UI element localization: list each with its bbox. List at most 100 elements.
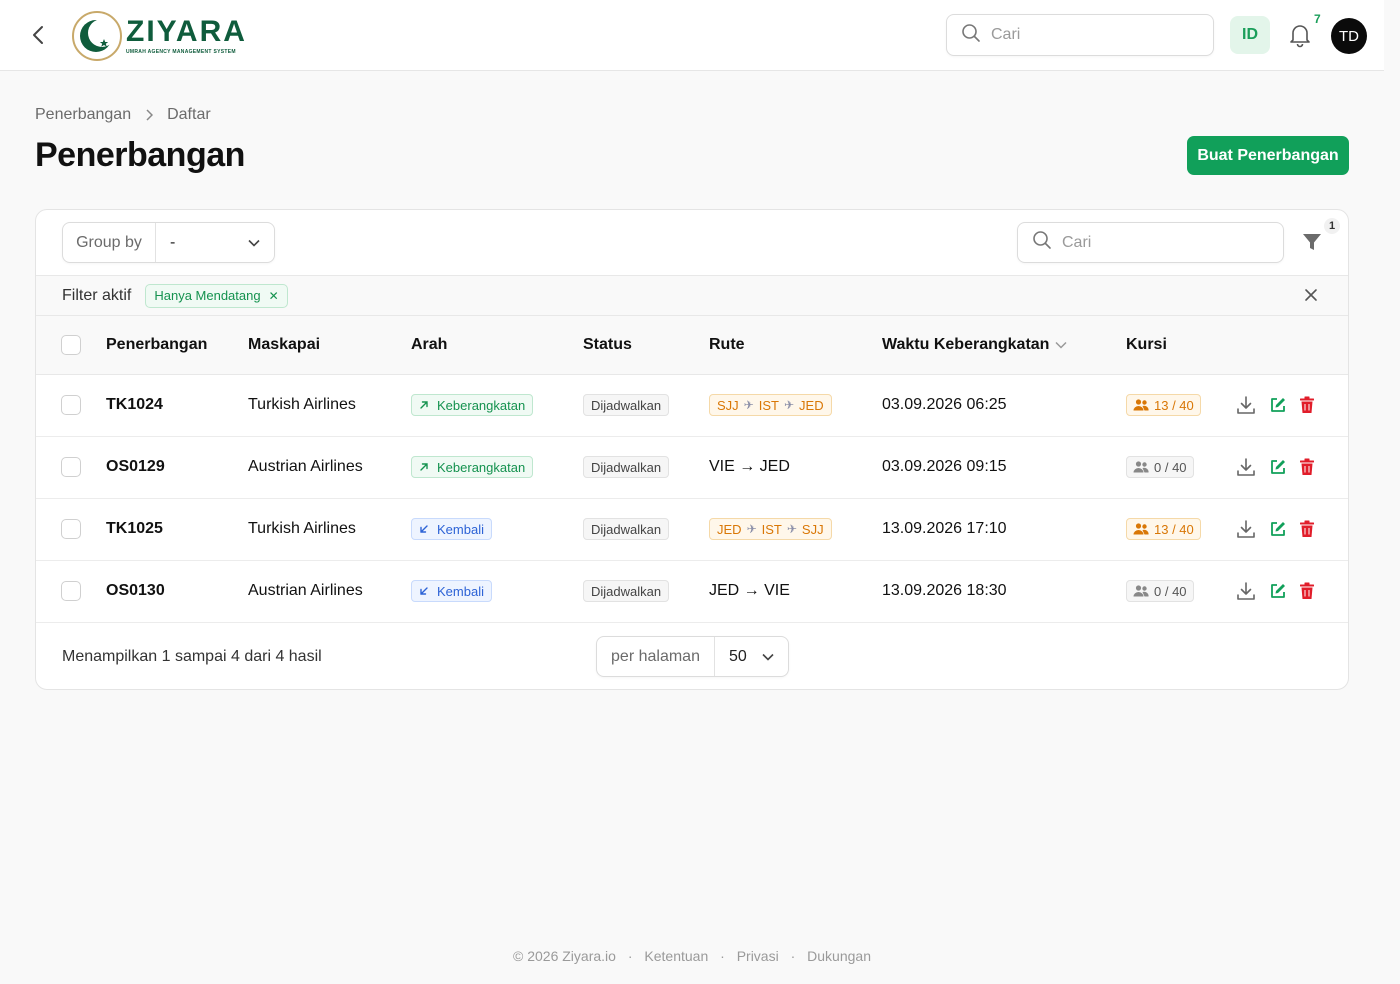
support-link[interactable]: Dukungan <box>807 948 871 964</box>
back-arrow-icon[interactable] <box>26 22 50 48</box>
per-page-control[interactable]: per halaman 50 <box>596 636 789 677</box>
column-header-departure[interactable]: Waktu Keberangkatan <box>882 316 1126 374</box>
terms-link[interactable]: Ketentuan <box>644 948 708 964</box>
column-header-status[interactable]: Status <box>583 316 709 374</box>
route-stop: SJJ <box>801 521 824 537</box>
row-checkbox[interactable] <box>61 519 81 539</box>
download-icon[interactable] <box>1235 518 1257 540</box>
user-avatar[interactable]: TD <box>1331 18 1367 54</box>
seats-count: 13 / 40 <box>1154 397 1194 413</box>
search-icon <box>1032 230 1052 255</box>
flights-table: Penerbangan Maskapai Arah Status Rute Wa… <box>36 316 1348 623</box>
delete-icon[interactable] <box>1299 582 1315 600</box>
download-icon[interactable] <box>1235 394 1257 416</box>
flight-code[interactable]: OS0129 <box>106 436 248 498</box>
delete-icon[interactable] <box>1299 520 1315 538</box>
row-checkbox[interactable] <box>61 581 81 601</box>
column-header-direction[interactable]: Arah <box>411 316 583 374</box>
page-title: Penerbangan <box>35 136 245 174</box>
filter-chip: Hanya Mendatang ✕ <box>145 283 288 308</box>
notification-count-badge: 7 <box>1314 12 1321 26</box>
footer-separator: · <box>720 948 725 964</box>
per-page-select[interactable]: 50 <box>715 637 788 676</box>
per-page-label: per halaman <box>597 637 715 676</box>
app-logo[interactable]: ZIYARA UMRAH AGENCY MANAGEMENT SYSTEM <box>72 10 252 62</box>
route-badge: SJJ ✈ IST ✈ JED <box>709 394 832 416</box>
column-header-route[interactable]: Rute <box>709 316 882 374</box>
active-filters-bar: Filter aktif Hanya Mendatang ✕ <box>36 276 1348 316</box>
download-icon[interactable] <box>1235 456 1257 478</box>
download-icon[interactable] <box>1235 580 1257 602</box>
filter-count-badge: 1 <box>1324 218 1340 234</box>
table-search-input[interactable] <box>1062 233 1262 252</box>
column-header-seats[interactable]: Kursi <box>1126 316 1235 374</box>
table-toolbar: Group by - 1 <box>36 210 1348 276</box>
group-by-value: - <box>170 233 176 251</box>
seats-badge: 13 / 40 <box>1126 394 1201 416</box>
delete-icon[interactable] <box>1299 458 1315 476</box>
direction-badge: Keberangkatan <box>411 394 534 416</box>
language-switcher[interactable]: ID <box>1230 16 1270 54</box>
table-row[interactable]: OS0130 Austrian Airlines Kembali Dijadwalka… <box>36 560 1348 622</box>
group-by-control[interactable]: Group by - <box>62 222 275 263</box>
direction-arrow-icon <box>419 400 437 410</box>
table-row[interactable]: TK1024 Turkish Airlines Keberangkatan Dijad… <box>36 374 1348 436</box>
row-checkbox[interactable] <box>61 395 81 415</box>
route-stop: JED <box>799 397 824 413</box>
row-checkbox[interactable] <box>61 457 81 477</box>
filter-chip-label: Hanya Mendatang <box>154 288 261 303</box>
departure-time: 13.09.2026 17:10 <box>882 520 1007 537</box>
route-stop: SJJ <box>717 397 739 413</box>
status-badge: Dijadwalkan <box>583 580 670 602</box>
direction-label: Kembali <box>437 521 484 537</box>
flights-table-card: Group by - 1 Filter aktif Hanya Mendatan… <box>35 209 1349 690</box>
global-search[interactable] <box>946 14 1214 56</box>
global-search-input[interactable] <box>991 26 1191 44</box>
chevron-down-icon <box>762 648 774 666</box>
status-badge: Dijadwalkan <box>583 456 670 478</box>
logo-tagline: UMRAH AGENCY MANAGEMENT SYSTEM <box>126 49 236 55</box>
privacy-link[interactable]: Privasi <box>737 948 779 964</box>
seats-count: 0 / 40 <box>1154 459 1187 475</box>
sort-desc-icon[interactable] <box>1055 336 1067 354</box>
create-flight-button[interactable]: Buat Penerbangan <box>1187 136 1349 175</box>
column-header-airline[interactable]: Maskapai <box>248 316 411 374</box>
column-header-flight[interactable]: Penerbangan <box>106 316 248 374</box>
bell-icon[interactable] <box>1287 22 1313 48</box>
breadcrumb-parent-link[interactable]: Penerbangan <box>35 106 131 124</box>
filter-icon[interactable] <box>1301 231 1323 253</box>
clear-filters-icon[interactable] <box>1304 288 1318 302</box>
flight-code[interactable]: TK1024 <box>106 374 248 436</box>
group-by-select[interactable]: - <box>156 223 274 262</box>
route-badge: JED ✈ IST ✈ SJJ <box>709 518 832 540</box>
seats-badge: 13 / 40 <box>1126 518 1201 540</box>
airline-name: Turkish Airlines <box>248 520 356 537</box>
people-icon <box>1133 399 1154 411</box>
table-search[interactable] <box>1017 222 1284 263</box>
select-all-checkbox[interactable] <box>61 334 81 355</box>
flight-code[interactable]: TK1025 <box>106 498 248 560</box>
direction-label: Keberangkatan <box>437 397 526 413</box>
edit-icon[interactable] <box>1269 396 1287 414</box>
remove-filter-icon[interactable]: ✕ <box>269 289 279 303</box>
edit-icon[interactable] <box>1269 520 1287 538</box>
departure-time: 03.09.2026 06:25 <box>882 396 1007 413</box>
plane-icon: ✈ <box>746 522 757 536</box>
people-icon <box>1133 461 1154 473</box>
direction-badge: Kembali <box>411 580 492 602</box>
route-stop: IST <box>758 397 779 413</box>
route-stop: IST <box>761 521 782 537</box>
route-stop: JED <box>717 521 742 537</box>
edit-icon[interactable] <box>1269 458 1287 476</box>
table-row[interactable]: OS0129 Austrian Airlines Keberangkatan Dija… <box>36 436 1348 498</box>
delete-icon[interactable] <box>1299 396 1315 414</box>
results-summary: Menampilkan 1 sampai 4 dari 4 hasil <box>62 648 322 665</box>
direction-badge: Kembali <box>411 518 492 540</box>
route-text: JED → VIE <box>709 582 790 599</box>
edit-icon[interactable] <box>1269 582 1287 600</box>
breadcrumb-current: Daftar <box>167 106 211 123</box>
plane-icon: ✈ <box>786 522 797 536</box>
crescent-logo-icon <box>72 11 122 61</box>
table-row[interactable]: TK1025 Turkish Airlines Kembali Dijadwalkan… <box>36 498 1348 560</box>
flight-code[interactable]: OS0130 <box>106 560 248 622</box>
